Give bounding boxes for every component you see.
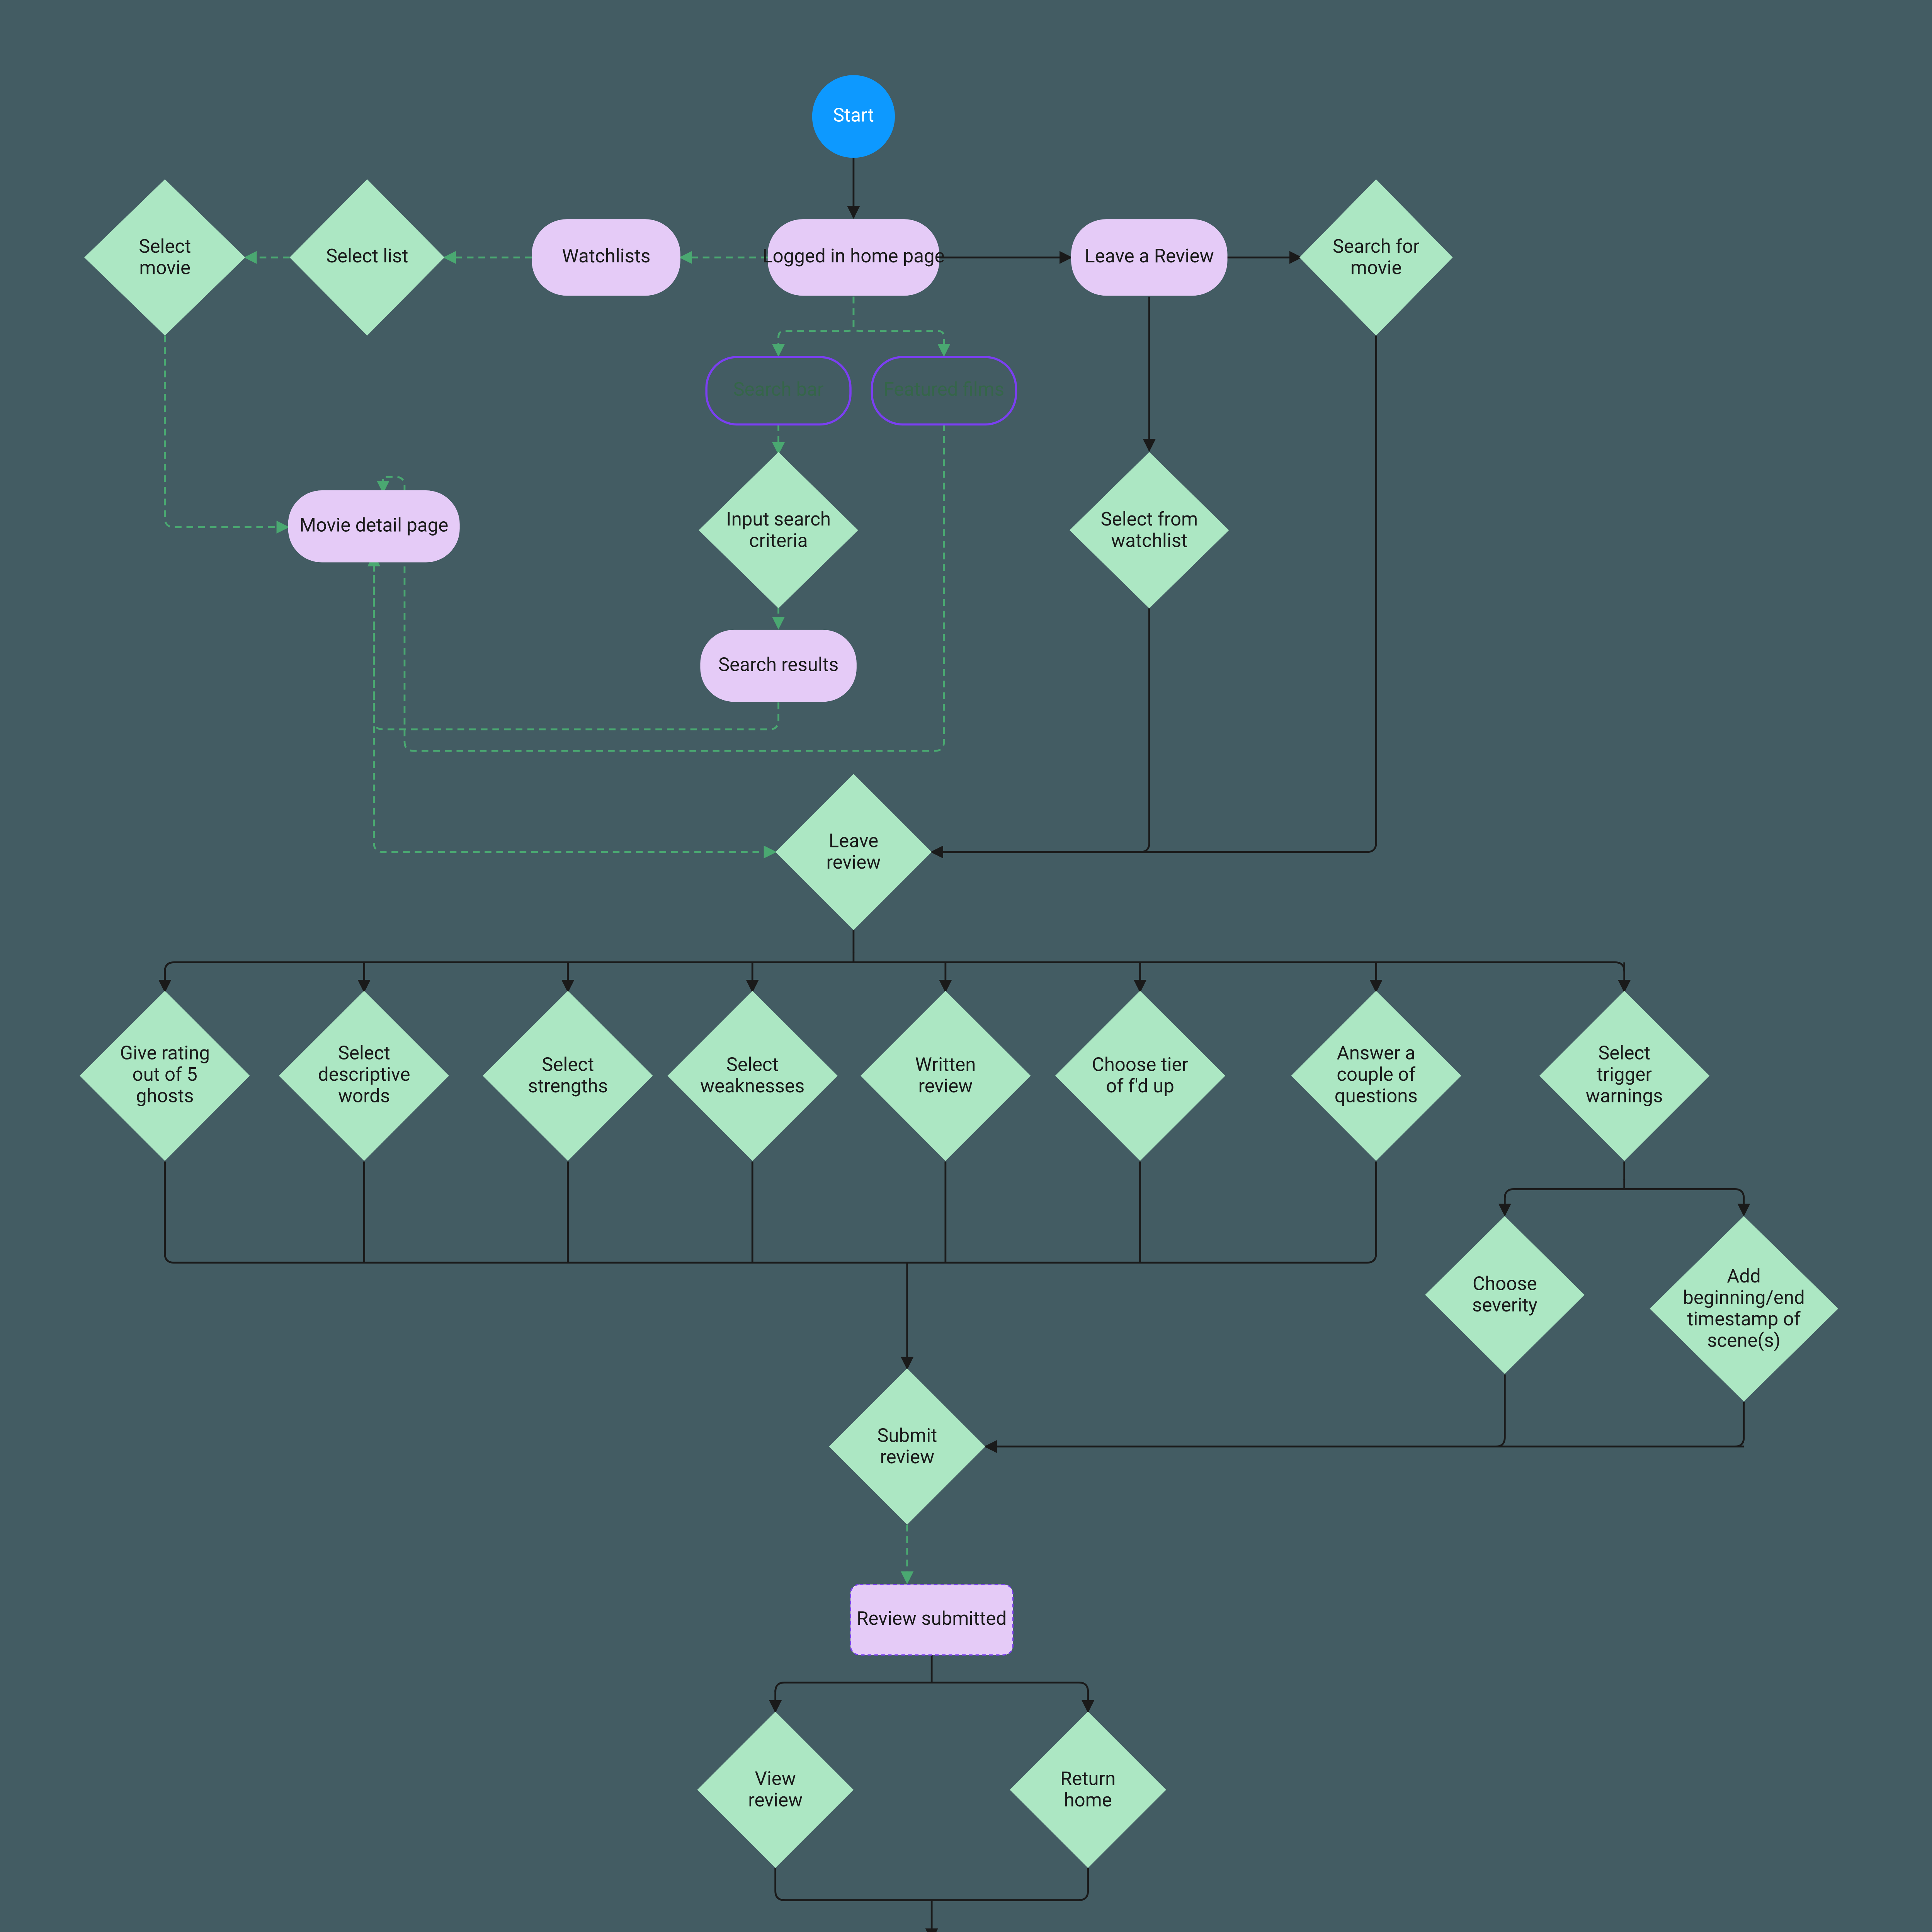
edge-fan-bus [165, 962, 1624, 971]
node-search-bar: Search bar [706, 357, 850, 424]
node-tier: Choose tierof f'd up [1055, 991, 1225, 1161]
label-start: Start [833, 104, 874, 126]
edge-ts-down [1735, 1402, 1744, 1447]
label-submit: Submitreview [877, 1424, 937, 1468]
edge-trigger-bus [1505, 1189, 1744, 1198]
label-severity: Chooseseverity [1472, 1273, 1537, 1317]
label-movie-detail: Movie detail page [299, 514, 448, 537]
label-search-bar: Search bar [733, 378, 823, 401]
node-strengths: Selectstrengths [483, 991, 653, 1161]
label-leave-review-btn: Leave a Review [1085, 245, 1214, 267]
label-submitted: Review submitted [857, 1607, 1007, 1630]
node-weaknesses: Selectweaknesses [667, 991, 837, 1161]
edge-featured-moviedetail [383, 425, 944, 751]
node-written: Writtenreview [861, 991, 1031, 1161]
node-input-search: Input searchcriteria [699, 452, 858, 609]
node-descriptive: Selectdescriptivewords [279, 991, 449, 1161]
label-select-list: Select list [326, 245, 408, 267]
label-featured: Featured films [884, 378, 1005, 401]
label-questions: Answer acouple ofquestions [1335, 1042, 1418, 1107]
edge-sub-bus [776, 1682, 1088, 1692]
label-select-movie: Selectmovie [139, 235, 191, 279]
edge-home-featured [854, 297, 944, 355]
node-severity: Chooseseverity [1425, 1216, 1584, 1374]
node-questions: Answer acouple ofquestions [1291, 991, 1461, 1161]
flowchart-canvas: Start Logged in home page Watchlists Lea… [0, 0, 1932, 1932]
edge-return-down [1079, 1868, 1088, 1900]
label-leave-review: Leavereview [827, 830, 881, 874]
node-submitted: Review submitted [850, 1585, 1013, 1655]
label-view-review: Viewreview [748, 1768, 803, 1812]
node-view-review: Viewreview [697, 1712, 854, 1868]
edge-moviedetail-leavereview [374, 563, 776, 852]
label-watchlists: Watchlists [562, 245, 650, 267]
label-home: Logged in home page [762, 245, 944, 267]
node-trigger: Selecttriggerwarnings [1539, 991, 1709, 1161]
label-tier: Choose tierof f'd up [1092, 1054, 1189, 1098]
node-select-list: Select list [290, 179, 445, 336]
edge-view-down [776, 1868, 785, 1900]
node-movie-detail: Movie detail page [288, 490, 460, 562]
node-leave-review-btn: Leave a Review [1071, 219, 1228, 296]
edge-selectmovie-moviedetail [165, 335, 288, 527]
node-select-watchlist: Select fromwatchlist [1070, 452, 1229, 609]
label-written: Writtenreview [915, 1054, 976, 1098]
label-search-results: Search results [718, 653, 838, 676]
node-search-movie: Search formovie [1299, 179, 1453, 336]
label-return-home: Returnhome [1060, 1768, 1116, 1812]
node-leave-review: Leavereview [776, 774, 932, 930]
node-submit: Submitreview [829, 1368, 985, 1525]
edge-home-searchbar [779, 297, 854, 355]
node-home: Logged in home page [762, 219, 944, 296]
edge-conv-bus [165, 1253, 1376, 1263]
node-select-movie: Selectmovie [84, 179, 245, 336]
node-timestamp: Addbeginning/endtimestamp ofscene(s) [1650, 1216, 1838, 1401]
node-search-results: Search results [700, 630, 857, 702]
node-return-home: Returnhome [1010, 1712, 1166, 1868]
label-select-watchlist: Select fromwatchlist [1100, 508, 1198, 552]
node-rating: Give ratingout of 5ghosts [80, 991, 250, 1161]
node-start: Start [812, 75, 895, 158]
edge-sev-down [1496, 1374, 1505, 1446]
edge-selectwatchlist-leavereview [932, 608, 1149, 852]
node-watchlists: Watchlists [532, 219, 680, 296]
node-featured: Featured films [872, 357, 1016, 424]
